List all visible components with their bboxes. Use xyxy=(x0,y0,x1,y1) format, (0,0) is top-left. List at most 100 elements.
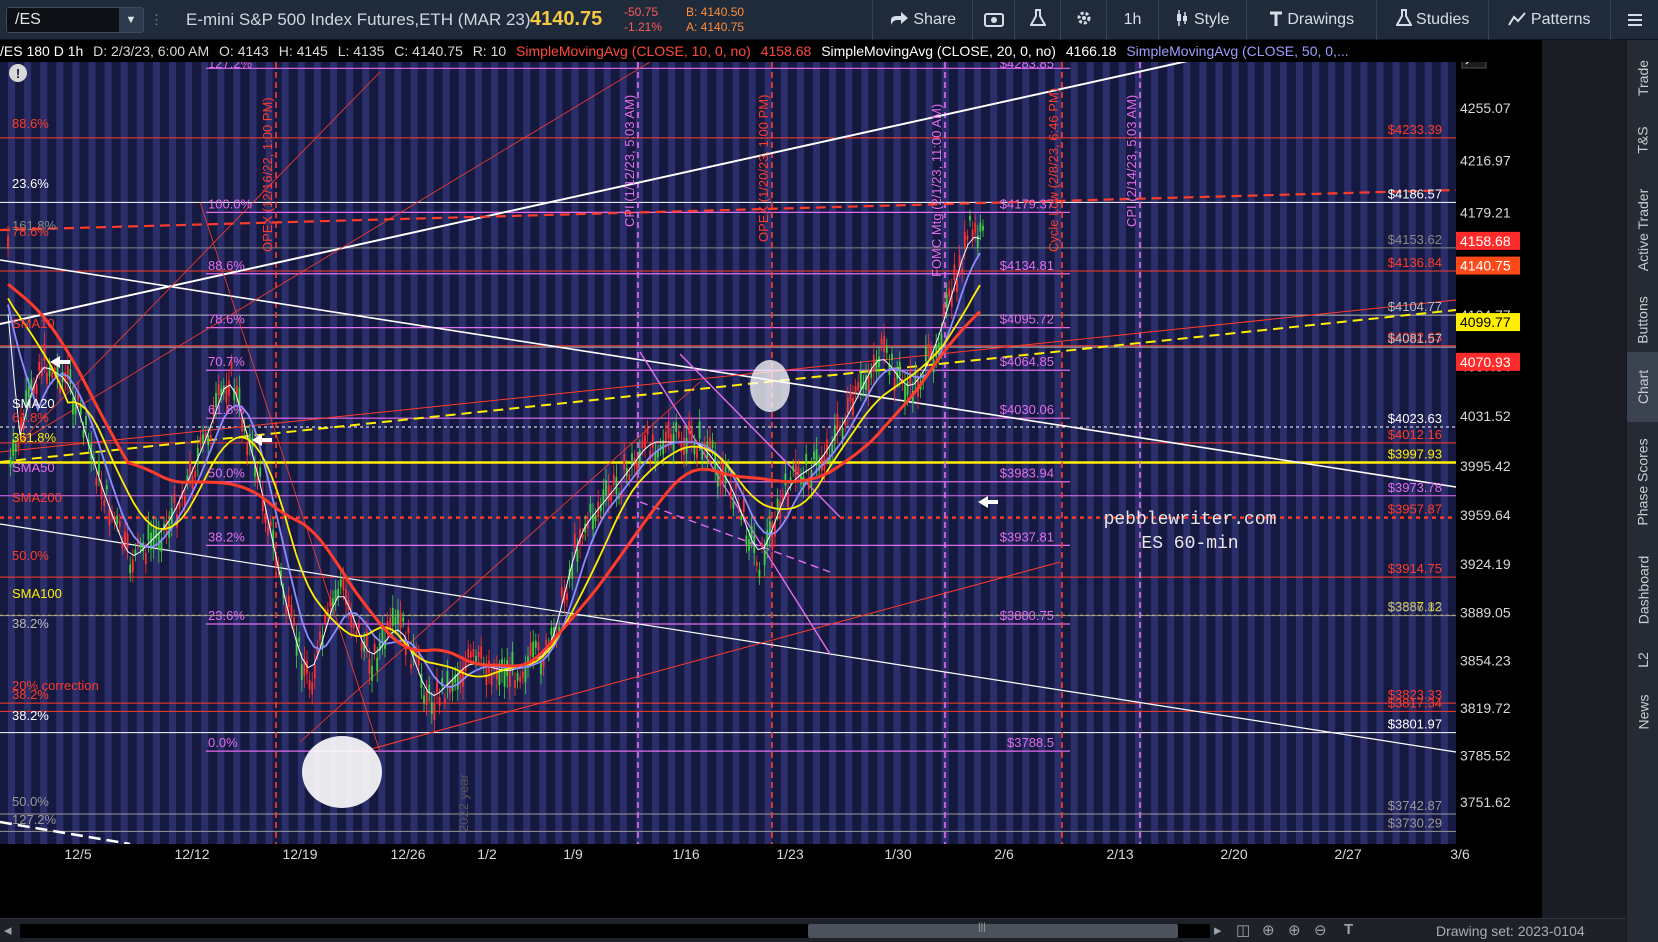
style-button[interactable]: Style xyxy=(1158,0,1246,40)
session-band xyxy=(1151,62,1159,844)
level-price-label: $3730.29 xyxy=(1388,815,1442,830)
tab-phase-scores[interactable]: Phase Scores xyxy=(1627,424,1658,540)
share-button[interactable]: Share xyxy=(872,0,972,40)
candle-body xyxy=(228,380,230,396)
price-axis[interactable] xyxy=(1456,62,1542,918)
price-tick-label: 3854.23 xyxy=(1460,653,1511,669)
scroll-left-icon[interactable]: ◂ xyxy=(4,921,12,939)
tab-time-and-sales[interactable]: T&S xyxy=(1627,110,1658,170)
watermark-line: ES 60-min xyxy=(1141,534,1238,554)
candle-body xyxy=(966,235,969,240)
candle-body xyxy=(14,444,17,453)
tab-buttons[interactable]: Buttons xyxy=(1627,290,1658,350)
fib-label-left: SMA20 xyxy=(12,396,55,411)
candle-body xyxy=(118,520,121,528)
chevron-down-icon[interactable]: ▼ xyxy=(119,8,143,32)
tab-trade[interactable]: Trade xyxy=(1627,48,1658,108)
session-band xyxy=(297,62,305,844)
patterns-button[interactable]: Patterns xyxy=(1488,0,1610,40)
date-tick-label: 2/6 xyxy=(994,846,1014,862)
menu-button[interactable] xyxy=(1610,0,1658,40)
symbol-input[interactable]: /ES ▼ xyxy=(6,7,144,33)
fib-label-left: 88.6% xyxy=(12,116,49,131)
zoom-out-icon[interactable]: ⊖ xyxy=(1314,921,1327,939)
candle-body xyxy=(264,513,267,524)
session-band xyxy=(1006,62,1014,844)
drawings-button[interactable]: Drawings xyxy=(1246,0,1376,40)
tab-dashboard[interactable]: Dashboard xyxy=(1627,542,1658,638)
settings-button[interactable] xyxy=(1060,0,1106,40)
chart-scrollbar[interactable]: ◂ ▸ ◫ ⊕ ⊕ ⊖ T Drawing set: 2023-0104 xyxy=(0,918,1626,942)
session-band xyxy=(748,62,756,844)
candle-body xyxy=(792,465,795,471)
scroll-right-icon[interactable]: ▸ xyxy=(1214,921,1222,939)
session-band xyxy=(185,62,193,844)
session-band xyxy=(716,62,724,844)
fib-label-left: 78.6% xyxy=(12,224,49,239)
date-tick-label: 1/16 xyxy=(672,846,699,862)
text-tool-icon[interactable]: T xyxy=(1344,921,1353,938)
expand-icon[interactable] xyxy=(1461,62,1487,69)
candle-body xyxy=(308,680,311,690)
level-price-label: $3997.93 xyxy=(1388,446,1442,461)
flask-button[interactable] xyxy=(1014,0,1060,40)
event-label: OPEX (12/16/22, 1:00 PM) xyxy=(260,97,275,252)
fib-price-label: $3937.81 xyxy=(1000,529,1054,544)
session-band xyxy=(281,62,289,844)
study-sma10[interactable]: SimpleMovingAvg (CLOSE, 10, 0, no) xyxy=(516,43,751,59)
candle-body xyxy=(943,304,945,318)
candle-body xyxy=(423,695,425,704)
session-band xyxy=(1022,62,1030,844)
session-band xyxy=(330,62,337,844)
zoom-icon[interactable]: ◫ xyxy=(1236,921,1250,939)
price-chart[interactable]: 88.6% 23.6% 161.8% 78.6% SMA10 SMA20 61.8% 361.… xyxy=(0,62,1542,918)
bar-high: H: 4145 xyxy=(278,43,328,59)
candle-body xyxy=(472,648,475,657)
candle-body xyxy=(131,559,134,573)
tab-level-2[interactable]: L2 xyxy=(1627,640,1658,680)
session-band xyxy=(201,62,209,844)
price-tick-label: 4031.52 xyxy=(1460,408,1511,424)
price-tag-label: 4158.68 xyxy=(1460,233,1511,249)
candle-body xyxy=(534,640,537,648)
link-icon[interactable]: ⋮ xyxy=(150,11,163,29)
level-price-label: $4081.57 xyxy=(1388,331,1442,346)
tab-active-trader[interactable]: Active Trader xyxy=(1627,172,1658,288)
session-band xyxy=(362,62,370,844)
candle-body xyxy=(589,504,592,513)
candle-body xyxy=(537,642,540,651)
time-axis[interactable] xyxy=(0,844,1542,918)
chart-canvas[interactable]: 88.6%23.6%161.8%78.6%SMA10SMA2061.8%361.… xyxy=(0,62,1542,918)
study-sma50[interactable]: SimpleMovingAvg (CLOSE, 50, 0,... xyxy=(1126,43,1348,59)
studies-button[interactable]: Studies xyxy=(1376,0,1488,40)
fib-label-left: 38.2% xyxy=(12,687,49,702)
pattern-icon xyxy=(1508,12,1527,26)
session-band xyxy=(1199,62,1207,844)
session-band xyxy=(796,62,804,844)
candle-body xyxy=(129,564,132,574)
tab-news[interactable]: News xyxy=(1627,682,1658,742)
candle-body xyxy=(217,384,220,396)
fib-label-left: SMA200 xyxy=(12,490,62,505)
level-price-label: $4012.16 xyxy=(1388,427,1442,442)
bar-open: O: 4143 xyxy=(219,43,269,59)
crosshair-icon[interactable]: ⊕ xyxy=(1262,921,1275,939)
candle-body xyxy=(953,264,956,281)
session-band xyxy=(1344,62,1352,844)
candle-body xyxy=(690,427,693,442)
session-band xyxy=(442,62,450,844)
timeframe-button[interactable]: 1h xyxy=(1106,0,1158,40)
session-band xyxy=(1312,62,1320,844)
study-sma20[interactable]: SimpleMovingAvg (CLOSE, 20, 0, no) xyxy=(821,43,1056,59)
price-tick-label: 3924.19 xyxy=(1460,556,1511,572)
fib-label-left: 23.6% xyxy=(12,176,49,191)
zoom-in-icon[interactable]: ⊕ xyxy=(1288,921,1301,939)
candle-body xyxy=(189,461,191,476)
tab-chart[interactable]: Chart xyxy=(1627,352,1658,422)
scroll-thumb[interactable] xyxy=(808,922,1178,938)
candle-body xyxy=(675,422,678,433)
session-band xyxy=(169,62,176,844)
screenshot-button[interactable] xyxy=(972,0,1014,40)
candle-body xyxy=(397,609,399,624)
price-tick-label: 4255.07 xyxy=(1460,100,1511,116)
